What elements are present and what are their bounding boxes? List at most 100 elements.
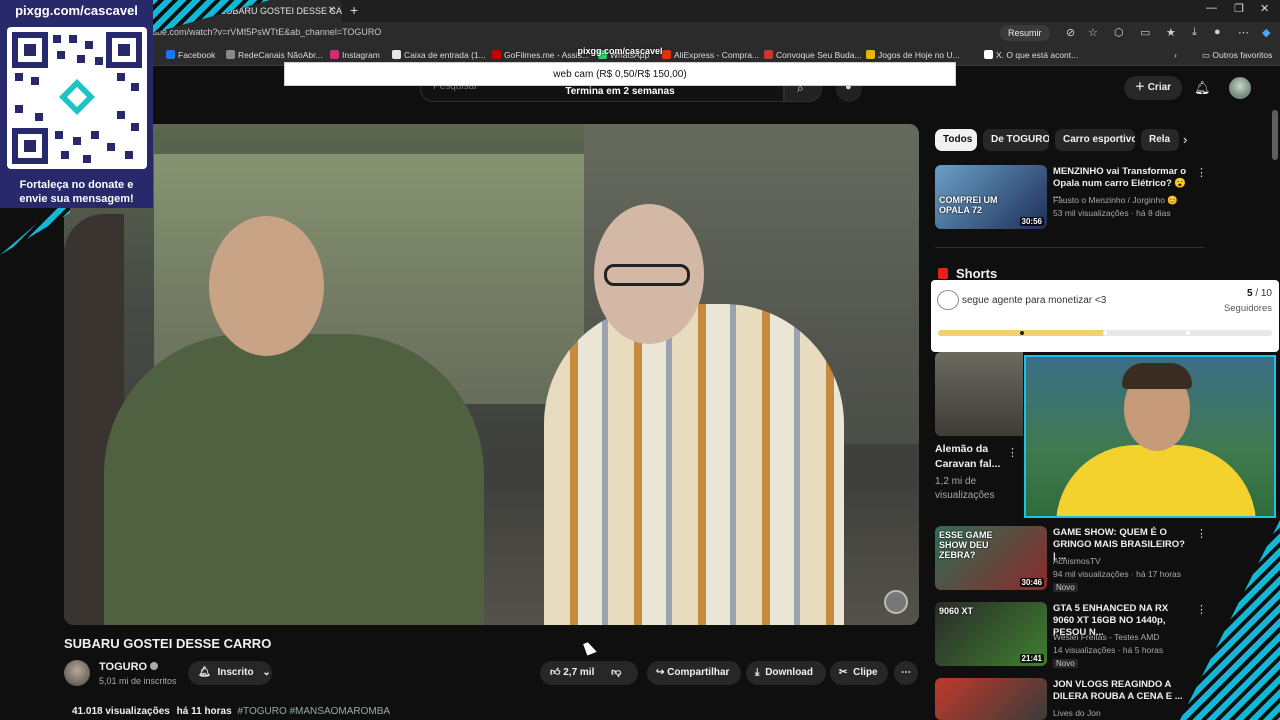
favorites-icon[interactable]: ★ [1166, 26, 1176, 39]
divider [935, 247, 1205, 248]
recommendation-thumbnail[interactable]: ESSE GAME SHOW DEU ZEBRA? 30:46 [935, 526, 1047, 590]
avatar[interactable] [1229, 77, 1251, 99]
chevron-right-icon[interactable]: › [1183, 132, 1187, 147]
filter-chip[interactable]: Todos [935, 129, 977, 151]
download-button[interactable]: ⤓ Download [746, 661, 826, 685]
split-screen-icon[interactable]: ▭ [1140, 26, 1150, 39]
short-title[interactable]: Alemão da Caravan fal... [935, 442, 1005, 472]
filter-chip[interactable]: Carro esportivo [1055, 129, 1135, 151]
recommendation-channel[interactable]: AchismosTV [1053, 556, 1101, 567]
qr-code-image [12, 32, 142, 164]
thumbs-down-icon: 👎︎ [611, 667, 622, 678]
sidebar-scrollbar[interactable] [1272, 110, 1278, 160]
more-actions-button[interactable]: ⋯ [894, 661, 918, 685]
recommendation-channel[interactable]: Fausto o Menzinho / Jorginho 😊 [1053, 195, 1178, 206]
qr-code [7, 27, 147, 169]
recommendation-stats: 14 visualizações · há 5 horas [1053, 645, 1164, 655]
shorts-section-title: Shorts [956, 266, 998, 281]
like-button[interactable]: 👍︎ 2,7 mil [550, 667, 594, 678]
goal-unit: Seguidores [1223, 303, 1272, 314]
chevron-down-icon: ⌄ [262, 667, 271, 678]
more-options-icon[interactable]: ⋯ [1238, 26, 1249, 39]
more-vertical-icon[interactable]: ⋮ [1196, 603, 1207, 616]
copilot-icon[interactable]: ◆ [1262, 26, 1270, 39]
maximize-icon[interactable]: ❐ [1234, 2, 1244, 15]
recommendation-channel[interactable]: Lives do Jon [1053, 708, 1101, 719]
minimize-icon[interactable]: — [1206, 2, 1217, 14]
like-count: 2,7 mil [563, 667, 595, 678]
share-button[interactable]: ↪ Compartilhar [647, 661, 741, 685]
bell-icon[interactable]: 🔔︎ [1194, 80, 1211, 96]
qr-overlay: pixgg.com/cascavel Fortaleça no donate e… [0, 0, 153, 208]
extensions-icon[interactable]: ⬡ [1114, 26, 1124, 39]
new-badge: Novo [1053, 583, 1078, 592]
goal-count: 5 / 10 [1247, 288, 1272, 299]
subscribed-label: Inscrito [217, 667, 254, 678]
window-close-icon[interactable]: ✕ [1260, 2, 1269, 15]
thumbnail-text: ESSE GAME SHOW DEU ZEBRA? [939, 530, 993, 560]
video-glasses [604, 264, 690, 286]
recommendation-thumbnail[interactable]: 9060 XT 21:41 [935, 602, 1047, 666]
reader-icon[interactable]: ⊘ [1066, 26, 1075, 39]
duration-badge: 21:41 [1019, 654, 1044, 663]
channel-name-text: TOGURO [99, 661, 148, 673]
new-badge: Novo [1053, 659, 1078, 668]
share-label: Compartilhar [667, 667, 730, 678]
resume-button[interactable]: Resumir [1000, 25, 1050, 41]
heart-hand-icon [937, 290, 959, 310]
webcam-overlay [1024, 355, 1276, 518]
thumbnail-text: 9060 XT [939, 606, 974, 616]
screen: ✕ SUBARU GOSTEI DESSE CARRO ✕ + — ❐ ✕ ub… [0, 0, 1280, 720]
recommendation-thumbnail[interactable] [935, 678, 1047, 720]
create-label: Criar [1147, 82, 1172, 93]
clip-button[interactable]: ✂ Clipe [830, 661, 888, 685]
channel-name[interactable]: TOGURO [99, 661, 159, 673]
new-tab-icon[interactable]: + [350, 0, 358, 20]
subscribed-button[interactable]: 🔔︎ Inscrito ⌄ [188, 661, 272, 685]
more-vertical-icon[interactable]: ⋮ [1007, 446, 1018, 459]
upload-age: há 11 horas [176, 706, 232, 717]
create-button[interactable]: ＋ Criar [1124, 76, 1182, 100]
star-icon[interactable]: ☆ [1088, 26, 1098, 39]
short-thumbnail[interactable] [935, 352, 1023, 436]
dislike-button[interactable]: 👎︎ [611, 667, 621, 678]
qr-caption-line: Fortaleça no donate e [19, 179, 134, 191]
thumbnail-text: COMPREI UM OPALA 72 [939, 195, 998, 215]
recommendation-thumbnail[interactable]: COMPREI UM OPALA 72 30:56 [935, 165, 1047, 229]
more-vertical-icon[interactable]: ⋮ [1196, 527, 1207, 540]
subscriber-count: 5,01 mi de inscritos [99, 676, 177, 686]
qr-caption-line: envie sua mensagem! [19, 193, 134, 205]
filter-chip[interactable]: Rela [1141, 129, 1179, 151]
qr-title: pixgg.com/cascavel [15, 3, 138, 18]
goal-marker [1103, 331, 1107, 335]
share-icon: ↪ [656, 667, 665, 678]
recommendation-title[interactable]: JON VLOGS REAGINDO A DILERA ROUBA A CENA… [1053, 679, 1187, 703]
close-icon[interactable]: ✕ [328, 0, 336, 22]
short-views: 1,2 mi de visualizações [935, 476, 995, 501]
profile-icon[interactable]: ● [1214, 26, 1221, 38]
url-field[interactable]: ube.com/watch?v=rVMf5PsWTtE&ab_channel=T… [152, 27, 381, 37]
clip-label: Clipe [853, 667, 878, 678]
channel-watermark[interactable] [884, 590, 908, 614]
channel-avatar[interactable] [64, 660, 90, 686]
video-description-header[interactable]: 41.018 visualizações há 11 horas #TOGURO… [72, 706, 390, 717]
overlay-stripe [1180, 520, 1280, 720]
duration-badge: 30:46 [1019, 578, 1044, 587]
scissors-icon: ✂ [839, 667, 848, 678]
video-player[interactable] [64, 124, 919, 625]
downloads-icon[interactable]: ⤓ [1192, 26, 1197, 39]
download-icon: ⤓ [755, 667, 760, 678]
filter-chip[interactable]: De TOGURO [983, 129, 1049, 151]
video-person-head [209, 216, 324, 356]
video-person-plaid-shirt [544, 304, 844, 625]
donation-ends-text: Termina em 2 semanas [565, 86, 675, 97]
duration-badge: 30:56 [1019, 217, 1044, 226]
video-title: SUBARU GOSTEI DESSE CARRO [64, 636, 272, 651]
more-vertical-icon[interactable]: ⋮ [1196, 166, 1207, 179]
webcam-hair [1122, 363, 1192, 389]
goal-marker [1020, 331, 1024, 335]
qr-caption: Fortaleça no donate e envie sua mensagem… [0, 178, 153, 206]
hashtags[interactable]: #TOGURO #MANSAOMAROMBA [237, 706, 390, 717]
goal-marker [1186, 331, 1190, 335]
recommendation-channel[interactable]: Weslei Freitas - Testes AMD [1053, 632, 1159, 643]
